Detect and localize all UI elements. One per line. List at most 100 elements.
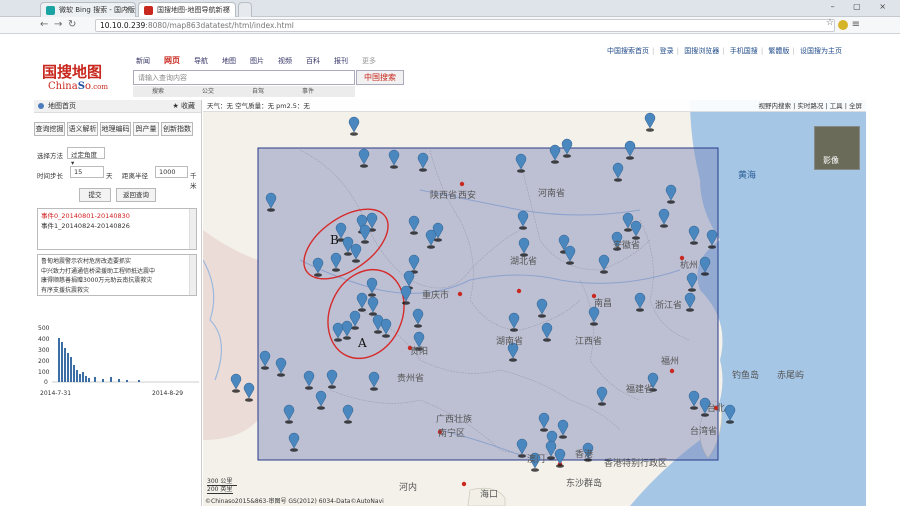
event-item[interactable]: 事件0_20140801-20140830 <box>41 211 193 221</box>
x-tick-label: 2014-7-31 <box>40 390 71 397</box>
time-unit: 天 <box>106 172 113 180</box>
nav-tab-newspaper[interactable]: 报刊 <box>334 56 348 66</box>
bookmark-star-icon[interactable]: ☆ <box>826 18 834 28</box>
sub-tab-search[interactable]: 搜索 <box>133 86 183 97</box>
bar <box>110 377 112 382</box>
extension-icon[interactable] <box>838 20 848 30</box>
method-select[interactable]: 过定角度 ▾ <box>67 147 105 167</box>
place-label: 安徽省 <box>613 239 640 251</box>
browser-tab-bar: 微软 Bing 搜索 - 国内版 × 国搜地图-地图导航新视 × – ▢ × <box>0 0 900 17</box>
query-region-rectangle[interactable] <box>257 147 719 461</box>
browser-tab-bing[interactable]: 微软 Bing 搜索 - 国内版 × <box>40 2 136 17</box>
city-dot <box>461 481 467 487</box>
place-label: 南昌 <box>594 297 612 309</box>
radius-input[interactable]: 1000 <box>155 166 188 178</box>
reload-icon[interactable]: ↻ <box>68 19 76 30</box>
logo-english[interactable]: ChinaSo.com <box>48 81 108 92</box>
news-list: 鲁甸地震警示农村危房改造要抓实 中兴致力打通通信桥梁援助工程师抵达震中 康得顺慈… <box>37 254 197 296</box>
new-tab-button[interactable] <box>238 2 252 17</box>
sub-tab-event[interactable]: 事件 <box>283 86 333 97</box>
event-pin-icon[interactable] <box>644 112 656 132</box>
fullscreen-button[interactable]: 全屏 <box>849 102 862 110</box>
panel-title[interactable]: 地图首页 <box>48 102 76 110</box>
bar <box>126 380 128 382</box>
search-nav-tabs: 新闻 网页 导航 地图 图片 视频 百科 报刊 更多 <box>136 55 390 66</box>
submit-button[interactable]: 提交 <box>79 188 111 202</box>
map-copyright: ©Chinaso2015&863-审图号 GS(2012) 6034-Data©… <box>205 498 384 505</box>
western-region <box>203 230 258 440</box>
event-item[interactable]: 事件1_20140824-20140826 <box>41 221 193 231</box>
bar <box>67 353 69 382</box>
y-tick-label: 500 <box>38 325 50 332</box>
sub-tab-drive[interactable]: 自驾 <box>233 86 283 97</box>
news-item[interactable]: 有序支援抗震救灾 <box>41 286 193 296</box>
city-dot <box>459 181 465 187</box>
bar <box>58 338 60 382</box>
weather-info: 天气：无 空气质量：无 pm2.5：无 <box>207 102 310 110</box>
place-label: 钓鱼岛 <box>732 369 759 381</box>
city-dot <box>516 288 522 294</box>
place-label: 浙江省 <box>655 299 682 311</box>
search-input[interactable]: 请输入查询内容 <box>133 70 355 85</box>
nav-tab-images[interactable]: 图片 <box>250 56 264 66</box>
link-browser[interactable]: 国搜浏览器 <box>684 47 719 55</box>
geocode-button[interactable]: 地理编码 <box>100 122 131 136</box>
query-mining-button[interactable]: 查询挖掘 <box>34 122 65 136</box>
map-toolbar: 天气：无 空气质量：无 pm2.5：无 视野内搜索 | 实时路况 | 工具 | … <box>203 100 866 112</box>
link-home[interactable]: 中国搜索首页 <box>607 47 649 55</box>
map-view[interactable]: B A 陕西省 西安 河南省 黄海 湖北省 安徽省 杭州 浙江省 重庆市 南昌 江西省 湖南省 贵阳 贵州… <box>203 100 866 506</box>
back-to-query-button[interactable]: 返回查询 <box>116 188 156 202</box>
nav-tab-news[interactable]: 新闻 <box>136 56 150 66</box>
tools-button[interactable]: 工具 <box>830 102 843 110</box>
forward-icon[interactable]: → <box>54 19 62 30</box>
news-item[interactable]: 康得顺慈善捐赠3000万元助云南抗震救灾 <box>41 276 193 286</box>
innovation-index-button[interactable]: 创新指数 <box>161 122 193 136</box>
event-pin-icon[interactable] <box>348 116 360 136</box>
nav-tab-map[interactable]: 地图 <box>222 56 236 66</box>
left-panel: 地图首页 ★ 收藏 查询挖掘 语义解析 地理编码 舆产量 创新指数 选择方法 过… <box>34 100 202 506</box>
nav-tab-more[interactable]: 更多 <box>362 56 376 66</box>
map-canvas[interactable]: B A 陕西省 西安 河南省黄海湖北省安徽省杭州浙江省重庆市南昌江西省湖南省贵阳贵州… <box>203 100 866 506</box>
traffic-button[interactable]: 实时路况 <box>797 102 823 110</box>
place-label: 海口 <box>480 488 498 500</box>
logo-chinese[interactable]: 国搜地图 <box>42 61 102 82</box>
url-input[interactable]: 10.10.0.239:8080/map863datatest/html/ind… <box>95 19 835 32</box>
link-set-homepage[interactable]: 设国搜为主页 <box>800 47 842 55</box>
link-mobile[interactable]: 手机国搜 <box>730 47 758 55</box>
view-search-button[interactable]: 视野内搜索 <box>759 102 792 110</box>
bar <box>64 348 66 382</box>
browser-tab-map[interactable]: 国搜地图-地图导航新视 × <box>138 2 236 17</box>
method-value: 过定角度 <box>71 151 97 159</box>
back-icon[interactable]: ← <box>40 19 48 30</box>
event-list: 事件0_20140801-20140830 事件1_20140824-20140… <box>37 208 197 250</box>
right-margin <box>866 100 900 506</box>
search-button[interactable]: 中国搜索 <box>356 70 404 85</box>
bar <box>61 342 63 382</box>
window-controls[interactable]: – ▢ × <box>831 2 894 11</box>
place-label: 澳门 <box>527 453 545 465</box>
menu-icon[interactable]: ≡ <box>852 19 860 30</box>
place-label: 台湾省 <box>690 425 717 437</box>
news-item[interactable]: 中兴致力打通通信桥梁援助工程师抵达震中 <box>41 267 193 277</box>
close-icon[interactable]: × <box>224 4 231 13</box>
nav-tab-navigation[interactable]: 导航 <box>194 56 208 66</box>
site-header: 国搜地图 ChinaSo.com 新闻 网页 导航 地图 图片 视频 百科 报刊 更多 请输入查… <box>0 34 900 100</box>
link-login[interactable]: 登录 <box>660 47 674 55</box>
bar <box>138 380 140 382</box>
scrollbar[interactable] <box>189 255 196 295</box>
nav-tab-video[interactable]: 视频 <box>278 56 292 66</box>
link-traditional[interactable]: 繁體版 <box>768 47 789 55</box>
semantic-parse-button[interactable]: 语义解析 <box>67 122 98 136</box>
news-item[interactable]: 鲁甸地震警示农村危房改造要抓实 <box>41 257 193 267</box>
nav-tab-web[interactable]: 网页 <box>164 55 180 66</box>
scrollbar[interactable] <box>189 209 196 249</box>
time-step-input[interactable]: 15 <box>70 166 104 178</box>
sub-tab-bus[interactable]: 公交 <box>183 86 233 97</box>
satellite-toggle[interactable]: 影像 <box>814 126 860 170</box>
bar <box>70 357 72 382</box>
close-icon[interactable]: × <box>124 4 131 13</box>
nav-tab-baike[interactable]: 百科 <box>306 56 320 66</box>
public-opinion-button[interactable]: 舆产量 <box>133 122 159 136</box>
favorite-button[interactable]: ★ 收藏 <box>172 100 195 113</box>
city-dot <box>457 291 463 297</box>
